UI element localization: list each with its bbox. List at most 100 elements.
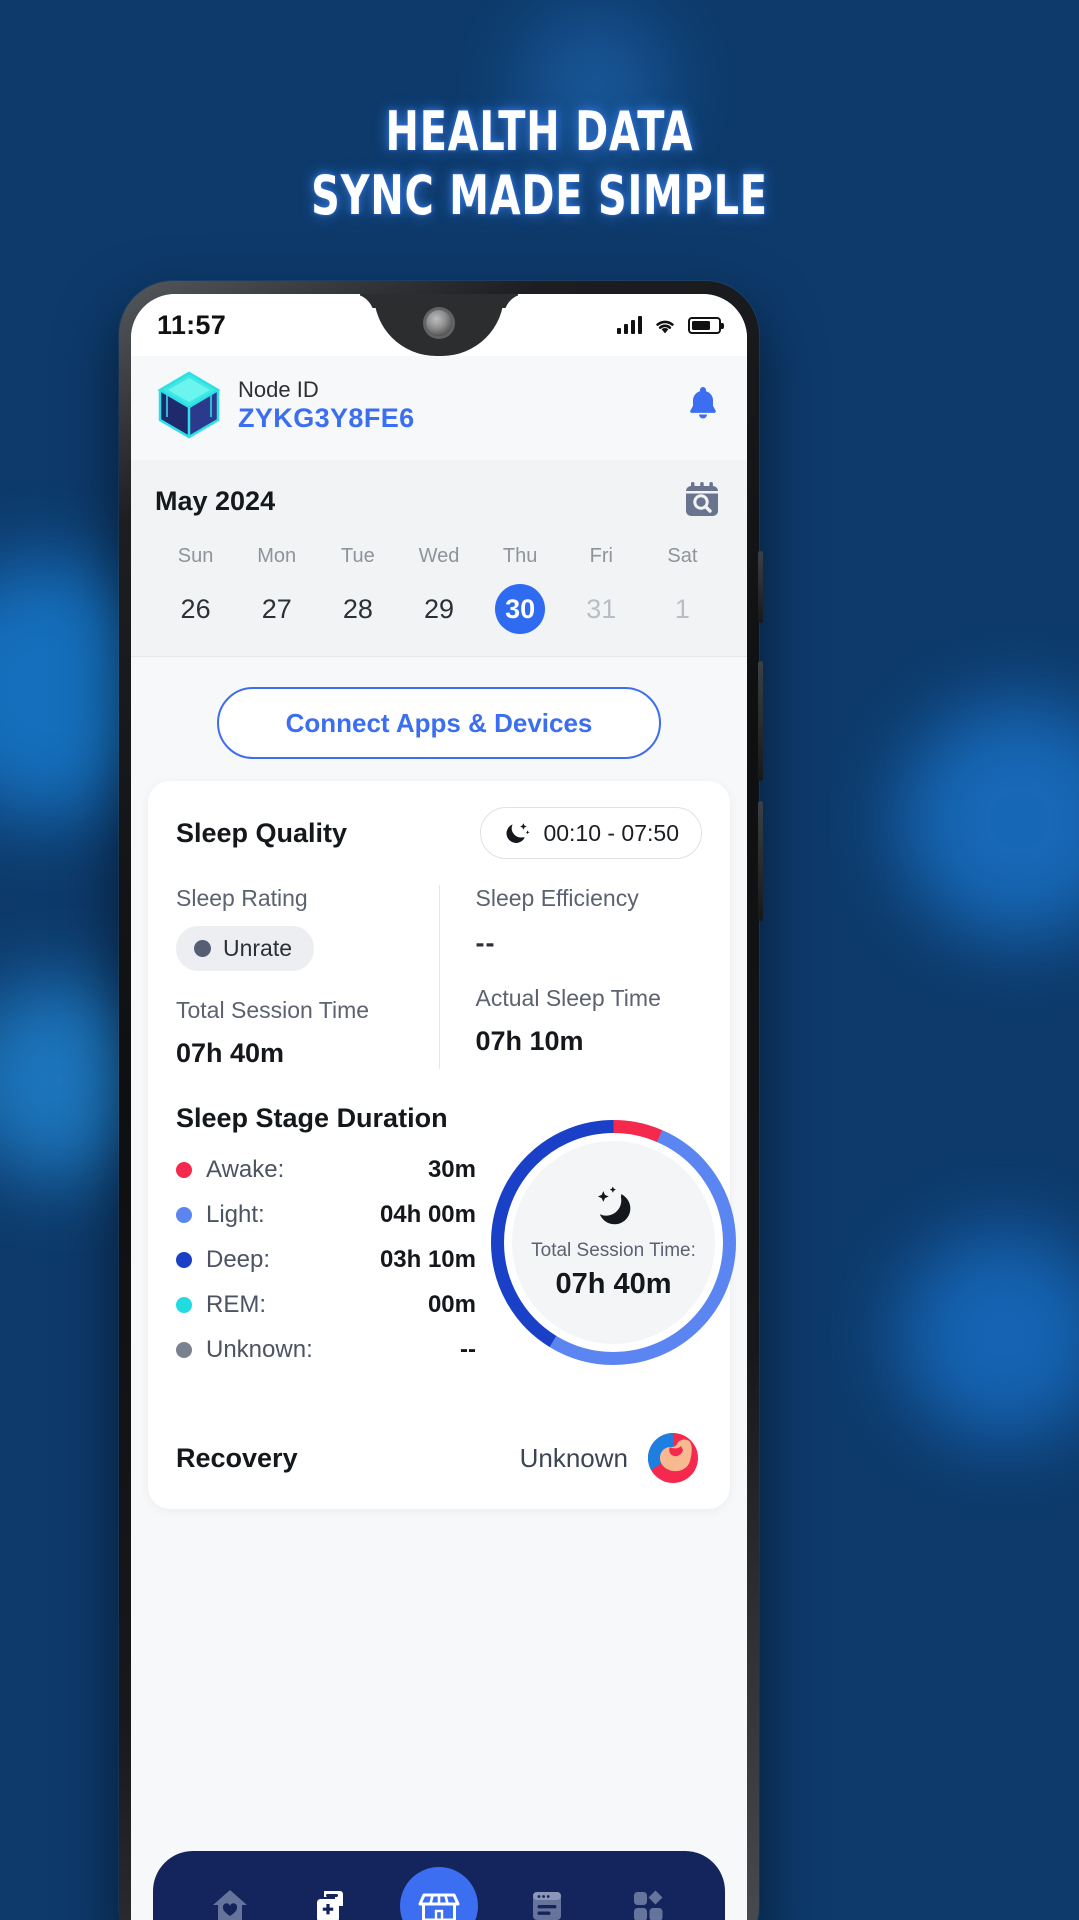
phone-button-volume-down bbox=[758, 801, 763, 921]
status-bar-time: 11:57 bbox=[157, 309, 227, 340]
app-header: Node ID ZYKG3Y8FE6 bbox=[131, 356, 747, 460]
bottom-navigation-wrapper bbox=[131, 1837, 747, 1920]
promo-headline: HEALTH DATA SYNC MADE SIMPLE bbox=[97, 100, 982, 228]
sleep-card-header: Sleep Quality 00:10 - 07:50 bbox=[176, 807, 702, 859]
main-content: Sleep Quality 00:10 - 07:50 Sleep Rating… bbox=[131, 781, 747, 1509]
recovery-row[interactable]: Recovery Unknown bbox=[176, 1407, 702, 1487]
browser-card-icon bbox=[532, 1892, 561, 1920]
nav-item-apps[interactable] bbox=[615, 1873, 681, 1920]
flexed-biceps-icon bbox=[647, 1432, 699, 1483]
metric-actual-sleep-time: Actual Sleep Time 07h 10m bbox=[476, 985, 703, 1057]
metric-label: Actual Sleep Time bbox=[475, 985, 661, 1011]
calendar-dow: Wed bbox=[418, 545, 460, 567]
metric-label: Sleep Rating bbox=[176, 885, 308, 911]
bg-glow-right-2 bbox=[899, 1230, 1079, 1440]
calendar-search-icon[interactable] bbox=[681, 478, 723, 525]
rating-dot-icon bbox=[194, 940, 211, 957]
calendar-day-number: 26 bbox=[180, 593, 211, 624]
calendar-dow: Fri bbox=[589, 545, 613, 567]
sleep-quality-card: Sleep Quality 00:10 - 07:50 Sleep Rating… bbox=[148, 781, 736, 1509]
connect-apps-devices-button[interactable]: Connect Apps & Devices bbox=[217, 687, 661, 759]
calendar-dow: Tue bbox=[340, 545, 375, 567]
nav-item-store[interactable] bbox=[399, 1867, 478, 1920]
calendar-dow: Sun bbox=[177, 545, 214, 567]
calendar-day-29[interactable]: 29 bbox=[398, 584, 479, 634]
promo-headline-line1: HEALTH DATA bbox=[385, 100, 694, 163]
wifi-icon bbox=[656, 320, 674, 333]
calendar-dow: Mon bbox=[257, 545, 297, 567]
grid-apps-icon bbox=[634, 1890, 663, 1920]
sleep-time-range-chip[interactable]: 00:10 - 07:50 bbox=[480, 807, 702, 859]
donut: Total Session Time: 07h 40m bbox=[486, 1115, 741, 1370]
metric-label: Sleep Efficiency bbox=[475, 885, 639, 911]
nav-item-news[interactable] bbox=[514, 1873, 580, 1920]
calendar-day-27[interactable]: 27 bbox=[236, 584, 317, 634]
calendar-day-numbers: 26 27 28 29 30 31 1 bbox=[155, 584, 723, 634]
stage-row-rem: REM: 00m bbox=[176, 1291, 476, 1319]
sleep-stage-title: Sleep Stage Duration bbox=[176, 1103, 448, 1133]
calendar-month-label: May 2024 bbox=[155, 486, 276, 516]
calendar-day-26[interactable]: 26 bbox=[155, 584, 236, 634]
cube-logo-icon bbox=[157, 371, 221, 439]
nav-item-home[interactable] bbox=[197, 1873, 263, 1920]
stage-value: 00m bbox=[427, 1291, 476, 1318]
stage-value: 30m bbox=[427, 1156, 476, 1183]
sleep-stage-donut-chart: Total Session Time: 07h 40m bbox=[486, 1103, 741, 1381]
moon-stars-icon bbox=[597, 1185, 630, 1224]
calendar-dow: Sat bbox=[667, 545, 698, 567]
node-text: Node ID ZYKG3Y8FE6 bbox=[238, 376, 415, 435]
calendar-day-number: 28 bbox=[342, 593, 373, 624]
calendar-day-28[interactable]: 28 bbox=[317, 584, 398, 634]
sleep-rating-chip[interactable]: Unrate bbox=[176, 926, 315, 971]
metric-value: 07h 10m bbox=[475, 1026, 584, 1056]
nav-item-health-records[interactable] bbox=[298, 1873, 364, 1920]
metric-total-session-time: Total Session Time 07h 40m bbox=[176, 997, 427, 1069]
sleep-metrics-left: Sleep Rating Unrate Total Session Time 0… bbox=[176, 885, 439, 1069]
stage-dot-deep-icon bbox=[176, 1252, 192, 1268]
calendar-dow: Thu bbox=[502, 545, 538, 567]
stage-name: Awake bbox=[206, 1156, 278, 1183]
calendar-day-names: Sun Mon Tue Wed Thu Fri Sat bbox=[155, 545, 723, 584]
home-heart-icon bbox=[212, 1890, 247, 1920]
stage-value: 03h 10m bbox=[379, 1246, 476, 1273]
stage-name: REM bbox=[206, 1291, 260, 1318]
metric-sleep-rating: Sleep Rating Unrate bbox=[176, 885, 427, 971]
stage-row-awake: Awake: 30m bbox=[176, 1156, 476, 1184]
donut-value: 07h 40m bbox=[555, 1267, 672, 1300]
sleep-quality-title: Sleep Quality bbox=[176, 817, 348, 848]
node-id-value: ZYKG3Y8FE6 bbox=[238, 403, 415, 434]
calendar-header: May 2024 bbox=[155, 478, 723, 525]
node-id-label: Node ID bbox=[238, 376, 319, 402]
node-identity[interactable]: Node ID ZYKG3Y8FE6 bbox=[157, 370, 415, 440]
calendar-day-30-selected[interactable]: 30 bbox=[480, 584, 561, 634]
stage-value: -- bbox=[460, 1336, 476, 1363]
stage-row-deep: Deep: 03h 10m bbox=[176, 1246, 476, 1274]
signal-icon bbox=[616, 316, 642, 334]
calendar-day-31[interactable]: 31 bbox=[561, 584, 642, 634]
sleep-stage-legend: Sleep Stage Duration Awake: 30m Light: 0… bbox=[176, 1103, 476, 1381]
metric-value: -- bbox=[475, 928, 496, 958]
stage-row-unknown: Unknown: -- bbox=[176, 1336, 476, 1364]
moon-stars-icon bbox=[506, 823, 530, 843]
metric-sleep-efficiency: Sleep Efficiency -- bbox=[476, 885, 703, 959]
metric-label: Total Session Time bbox=[176, 997, 370, 1023]
stage-value: 04h 00m bbox=[379, 1201, 476, 1228]
status-bar-icons bbox=[616, 316, 724, 335]
donut-label: Total Session Time: bbox=[531, 1239, 696, 1261]
donut-center: Total Session Time: 07h 40m bbox=[512, 1140, 715, 1344]
phone-button-power bbox=[758, 551, 763, 623]
recovery-value-group: Unknown bbox=[520, 1429, 702, 1487]
bell-icon[interactable] bbox=[685, 383, 721, 428]
store-icon bbox=[418, 1893, 460, 1920]
front-camera-icon bbox=[426, 310, 452, 336]
sleep-time-range-label: 00:10 - 07:50 bbox=[543, 819, 679, 846]
calendar-strip: May 2024 Sun Mon Tue Wed Thu Fri Sat 26 … bbox=[131, 460, 747, 657]
stage-name: Unknown bbox=[206, 1336, 307, 1363]
phone-mockup: 11:57 Node ID ZYKG3Y8FE6 May 2024 Sun Mo… bbox=[119, 281, 763, 1920]
calendar-day-1[interactable]: 1 bbox=[642, 584, 723, 634]
stage-dot-rem-icon bbox=[176, 1297, 192, 1313]
sleep-metrics-right: Sleep Efficiency -- Actual Sleep Time 07… bbox=[440, 885, 703, 1069]
calendar-day-number: 27 bbox=[261, 593, 292, 624]
bg-glow-right bbox=[899, 700, 1079, 940]
stage-dot-unknown-icon bbox=[176, 1342, 192, 1358]
